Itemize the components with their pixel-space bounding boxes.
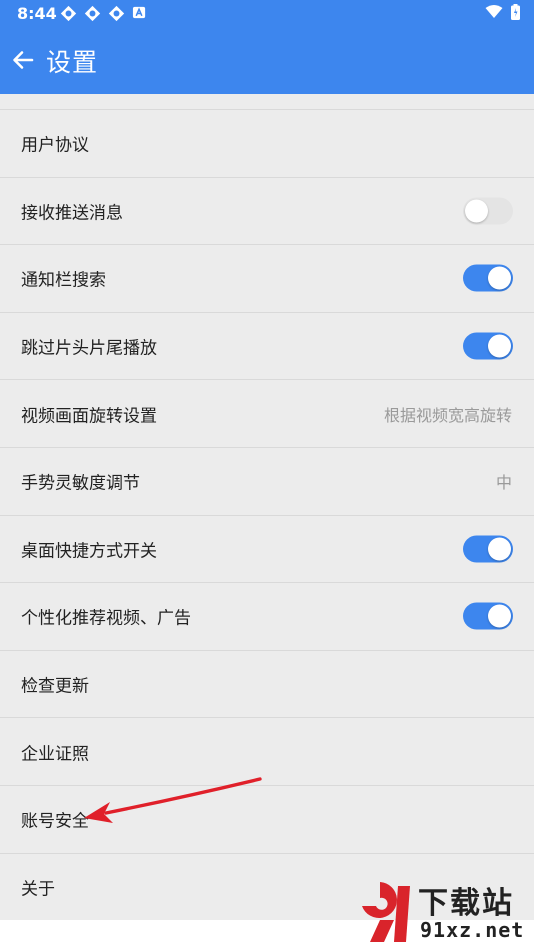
app-notification-icon (60, 5, 77, 22)
app-notification-icon (108, 5, 125, 22)
setting-label: 企业证照 (21, 744, 89, 765)
desktop-shortcut-toggle[interactable] (463, 535, 513, 563)
setting-business-license[interactable]: 企业证照 (0, 717, 534, 785)
setting-push-messages[interactable]: 接收推送消息 (0, 176, 534, 245)
wifi-icon (485, 5, 503, 18)
notification-search-toggle[interactable] (463, 264, 513, 292)
setting-account-security[interactable]: 账号安全 (0, 784, 534, 853)
watermark-brand: 下载站 (418, 887, 514, 920)
setting-label: 桌面快捷方式开关 (21, 541, 157, 562)
app-bar: 设置 (0, 28, 534, 94)
setting-check-update[interactable]: 检查更新 (0, 649, 534, 718)
watermark-site: 91xz.net (420, 918, 525, 942)
personalized-recommendation-toggle[interactable] (463, 602, 513, 630)
setting-gesture-sensitivity[interactable]: 手势灵敏度调节 中 (0, 446, 534, 515)
setting-label: 检查更新 (21, 676, 89, 697)
page-title: 设置 (46, 48, 99, 77)
setting-notification-search[interactable]: 通知栏搜索 (0, 244, 534, 312)
setting-video-rotation[interactable]: 视频画面旋转设置 根据视频宽高旋转 (0, 379, 534, 447)
setting-label: 跳过片头片尾播放 (21, 338, 157, 359)
back-button[interactable] (8, 45, 38, 75)
skip-intro-outro-toggle[interactable] (463, 332, 513, 360)
status-time: 8:44 (17, 4, 57, 23)
arrow-left-icon (13, 51, 34, 69)
setting-label: 个性化推荐视频、广告 (21, 608, 191, 629)
setting-skip-intro-outro[interactable]: 跳过片头片尾播放 (0, 311, 534, 380)
setting-label: 接收推送消息 (21, 203, 123, 224)
watermark: 下载站 91xz.net (350, 876, 528, 946)
setting-label: 关于 (21, 879, 55, 900)
setting-label: 通知栏搜索 (21, 270, 106, 291)
settings-list: 用户协议 接收推送消息 通知栏搜索 跳过片头片尾播放 视频画面旋转设置 根据视频… (0, 109, 534, 920)
battery-icon (511, 4, 520, 20)
watermark-logo-icon (362, 882, 410, 942)
notification-icons (60, 5, 147, 22)
setting-label: 账号安全 (21, 811, 89, 832)
setting-personalized-recommendation[interactable]: 个性化推荐视频、广告 (0, 582, 534, 650)
font-notification-icon (132, 6, 146, 19)
setting-label: 手势灵敏度调节 (21, 473, 140, 494)
push-messages-toggle[interactable] (463, 197, 513, 225)
setting-user-agreement[interactable]: 用户协议 (0, 109, 534, 177)
status-right (485, 4, 520, 20)
app-notification-icon (84, 5, 101, 22)
setting-label: 用户协议 (21, 135, 89, 156)
status-bar: 8:44 (0, 0, 534, 28)
setting-value: 根据视频宽高旋转 (383, 405, 512, 425)
setting-value: 中 (495, 473, 512, 493)
setting-label: 视频画面旋转设置 (21, 406, 157, 427)
setting-desktop-shortcut[interactable]: 桌面快捷方式开关 (0, 514, 534, 583)
